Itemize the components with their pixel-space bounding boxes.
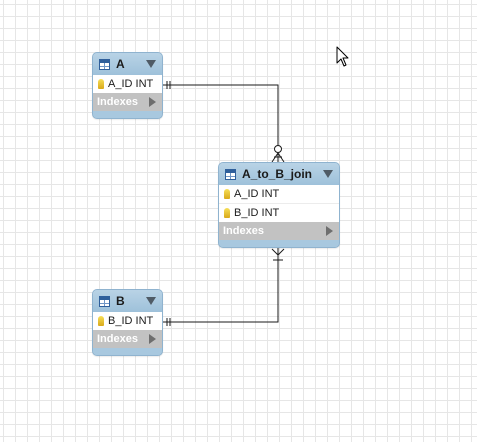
table-footer <box>219 240 339 247</box>
diagram-canvas[interactable]: A A_ID INT Indexes A_to_B_join A_ID INT <box>0 0 477 442</box>
indexes-label: Indexes <box>97 96 138 108</box>
primary-key-icon <box>98 79 104 89</box>
expand-arrow-icon[interactable] <box>149 334 156 344</box>
table-name: A <box>116 57 125 71</box>
relationship-b-to-join[interactable] <box>162 248 285 326</box>
table-header[interactable]: A <box>93 53 162 75</box>
collapse-caret-icon[interactable] <box>146 297 156 305</box>
column-label: B_ID INT <box>234 207 280 219</box>
column-label: B_ID INT <box>108 315 154 327</box>
primary-key-icon <box>224 208 230 218</box>
indexes-section[interactable]: Indexes <box>93 93 162 111</box>
column-row[interactable]: B_ID INT <box>93 312 162 330</box>
table-name: B <box>116 294 125 308</box>
table-header[interactable]: A_to_B_join <box>219 163 339 185</box>
column-row[interactable]: A_ID INT <box>93 75 162 93</box>
table-a-to-b-join[interactable]: A_to_B_join A_ID INT B_ID INT Indexes <box>218 162 340 248</box>
table-icon <box>225 168 236 180</box>
indexes-label: Indexes <box>97 333 138 345</box>
collapse-caret-icon[interactable] <box>323 170 333 178</box>
table-name: A_to_B_join <box>242 167 313 181</box>
table-header[interactable]: B <box>93 290 162 312</box>
table-icon <box>99 58 110 70</box>
indexes-label: Indexes <box>223 225 264 237</box>
collapse-caret-icon[interactable] <box>146 60 156 68</box>
column-list: B_ID INT <box>93 312 162 330</box>
indexes-section[interactable]: Indexes <box>219 222 339 240</box>
table-b[interactable]: B B_ID INT Indexes <box>92 289 163 356</box>
column-list: A_ID INT <box>93 75 162 93</box>
column-list: A_ID INT B_ID INT <box>219 185 339 222</box>
indexes-section[interactable]: Indexes <box>93 330 162 348</box>
expand-arrow-icon[interactable] <box>149 97 156 107</box>
table-footer <box>93 111 162 118</box>
table-a[interactable]: A A_ID INT Indexes <box>92 52 163 119</box>
primary-key-icon <box>224 189 230 199</box>
column-label: A_ID INT <box>108 78 154 90</box>
expand-arrow-icon[interactable] <box>326 226 333 236</box>
primary-key-icon <box>98 316 104 326</box>
column-row[interactable]: A_ID INT <box>219 185 339 204</box>
column-label: A_ID INT <box>234 188 280 200</box>
relationship-a-to-join[interactable] <box>162 81 285 163</box>
column-row[interactable]: B_ID INT <box>219 204 339 222</box>
table-icon <box>99 295 110 307</box>
table-footer <box>93 348 162 355</box>
mouse-cursor-icon <box>336 46 349 67</box>
